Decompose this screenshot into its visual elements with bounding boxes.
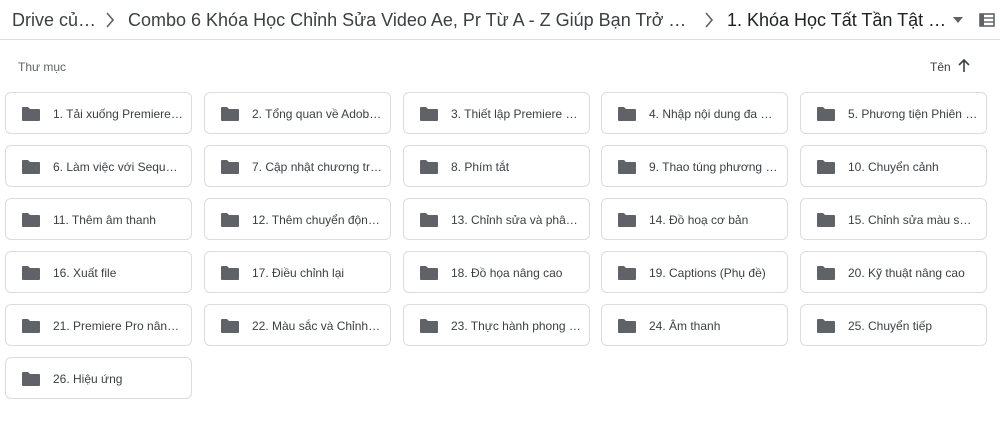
dropdown-arrow-icon[interactable] — [951, 14, 965, 26]
folder-icon — [817, 160, 835, 174]
folder-icon — [420, 266, 438, 280]
folder-icon — [618, 266, 636, 280]
folder-name: 13. Chỉnh sửa và phân loại màu — [451, 213, 581, 227]
folder-icon — [817, 107, 835, 121]
folder-item[interactable]: 22. Màu sắc và Chỉnh sửa — [204, 304, 391, 346]
folder-name: 15. Chỉnh sửa màu sắc tự động — [848, 213, 978, 227]
folder-icon — [817, 266, 835, 280]
folder-item[interactable]: 2. Tổng quan về Adobe Premiere Pro — [204, 92, 391, 134]
folder-name: 14. Đồ hoạ cơ bản — [649, 213, 749, 227]
folder-icon — [618, 319, 636, 333]
folder-item[interactable]: 26. Hiệu ứng — [5, 357, 192, 399]
folder-name: 11. Thêm âm thanh — [53, 213, 156, 227]
folder-icon — [22, 372, 40, 386]
folder-item[interactable]: 6. Làm việc với Sequences — [5, 145, 192, 187]
folder-name: 22. Màu sắc và Chỉnh sửa — [252, 319, 382, 333]
folder-name: 6. Làm việc với Sequences — [53, 160, 183, 174]
folder-item[interactable]: 5. Phương tiện Phiên dịch — [800, 92, 987, 134]
folder-name: 12. Thêm chuyển động bằng Keyframes — [252, 213, 382, 227]
folder-item[interactable]: 3. Thiết lập Premiere Pro — [403, 92, 590, 134]
chevron-right-icon — [106, 12, 115, 28]
folder-icon — [22, 266, 40, 280]
folder-item[interactable]: 16. Xuất file — [5, 251, 192, 293]
folder-item[interactable]: 13. Chỉnh sửa và phân loại màu — [403, 198, 590, 240]
folder-name: 7. Cập nhật chương trình — [252, 160, 382, 174]
folder-item[interactable]: 18. Đồ họa nâng cao — [403, 251, 590, 293]
folder-name: 19. Captions (Phụ đề) — [649, 266, 766, 280]
folder-item[interactable]: 24. Âm thanh — [601, 304, 788, 346]
folder-icon — [221, 319, 239, 333]
folder-item[interactable]: 25. Chuyển tiếp — [800, 304, 987, 346]
breadcrumb: Drive của tôi Combo 6 Khóa Học Chỉnh Sửa… — [0, 0, 1000, 40]
folder-item[interactable]: 15. Chỉnh sửa màu sắc tự động — [800, 198, 987, 240]
folder-icon — [22, 213, 40, 227]
folder-icon — [221, 160, 239, 174]
folder-item[interactable]: 12. Thêm chuyển động bằng Keyframes — [204, 198, 391, 240]
section-title-folders: Thư mục — [18, 60, 67, 74]
folder-item[interactable]: 8. Phím tắt — [403, 145, 590, 187]
folder-name: 24. Âm thanh — [649, 319, 721, 333]
folder-name: 16. Xuất file — [53, 266, 117, 280]
folder-icon — [420, 213, 438, 227]
folder-icon — [618, 160, 636, 174]
folder-name: 18. Đồ họa nâng cao — [451, 266, 563, 280]
folder-item[interactable]: 17. Điều chỉnh lại — [204, 251, 391, 293]
arrow-up-icon[interactable] — [956, 57, 972, 75]
list-view-icon[interactable] — [979, 12, 995, 28]
folder-icon — [221, 266, 239, 280]
folder-name: 20. Kỹ thuật nâng cao — [848, 266, 965, 280]
folder-name: 1. Tải xuống Premiere Pro — [53, 107, 183, 121]
folder-item[interactable]: 1. Tải xuống Premiere Pro — [5, 92, 192, 134]
folder-name: 2. Tổng quan về Adobe Premiere Pro — [252, 107, 382, 121]
folder-item[interactable]: 9. Thao túng phương tiện truyền thông — [601, 145, 788, 187]
folder-name: 4. Nhập nội dung đa phương tiện — [649, 107, 779, 121]
folder-name: 17. Điều chỉnh lại — [252, 266, 345, 280]
folder-name: 23. Thực hành phong cách — [451, 319, 581, 333]
folder-icon — [420, 160, 438, 174]
breadcrumb-current-folder[interactable]: 1. Khóa Học Tất Tần Tật Về Adobe Premier… — [727, 9, 949, 31]
folder-name: 8. Phím tắt — [451, 160, 510, 174]
folder-name: 9. Thao túng phương tiện truyền thông — [649, 160, 779, 174]
folder-item[interactable]: 10. Chuyển cảnh — [800, 145, 987, 187]
breadcrumb-parent-folder[interactable]: Combo 6 Khóa Học Chỉnh Sửa Video Ae, Pr … — [128, 9, 694, 31]
sort-by-name-button[interactable]: Tên — [930, 60, 951, 74]
folder-icon — [22, 160, 40, 174]
folder-icon — [221, 213, 239, 227]
folder-icon — [817, 213, 835, 227]
folder-icon — [420, 107, 438, 121]
chevron-right-icon — [705, 12, 714, 28]
folder-item[interactable]: 19. Captions (Phụ đề) — [601, 251, 788, 293]
folder-name: 25. Chuyển tiếp — [848, 319, 933, 333]
folder-icon — [618, 107, 636, 121]
folder-item[interactable]: 21. Premiere Pro nâng cao — [5, 304, 192, 346]
folder-item[interactable]: 11. Thêm âm thanh — [5, 198, 192, 240]
folder-icon — [22, 107, 40, 121]
folder-icon — [618, 213, 636, 227]
folder-icon — [221, 107, 239, 121]
folder-icon — [817, 319, 835, 333]
folder-item[interactable]: 20. Kỹ thuật nâng cao — [800, 251, 987, 293]
folder-item[interactable]: 14. Đồ hoạ cơ bản — [601, 198, 788, 240]
folder-name: 26. Hiệu ứng — [53, 372, 123, 386]
folder-name: 5. Phương tiện Phiên dịch — [848, 107, 978, 121]
folder-item[interactable]: 23. Thực hành phong cách — [403, 304, 590, 346]
folder-icon — [420, 319, 438, 333]
breadcrumb-my-drive[interactable]: Drive của tôi — [12, 9, 98, 31]
folder-name: 10. Chuyển cảnh — [848, 160, 939, 174]
folder-name: 21. Premiere Pro nâng cao — [53, 319, 183, 333]
folder-name: 3. Thiết lập Premiere Pro — [451, 107, 581, 121]
folder-item[interactable]: 7. Cập nhật chương trình — [204, 145, 391, 187]
folder-item[interactable]: 4. Nhập nội dung đa phương tiện — [601, 92, 788, 134]
folder-icon — [22, 319, 40, 333]
